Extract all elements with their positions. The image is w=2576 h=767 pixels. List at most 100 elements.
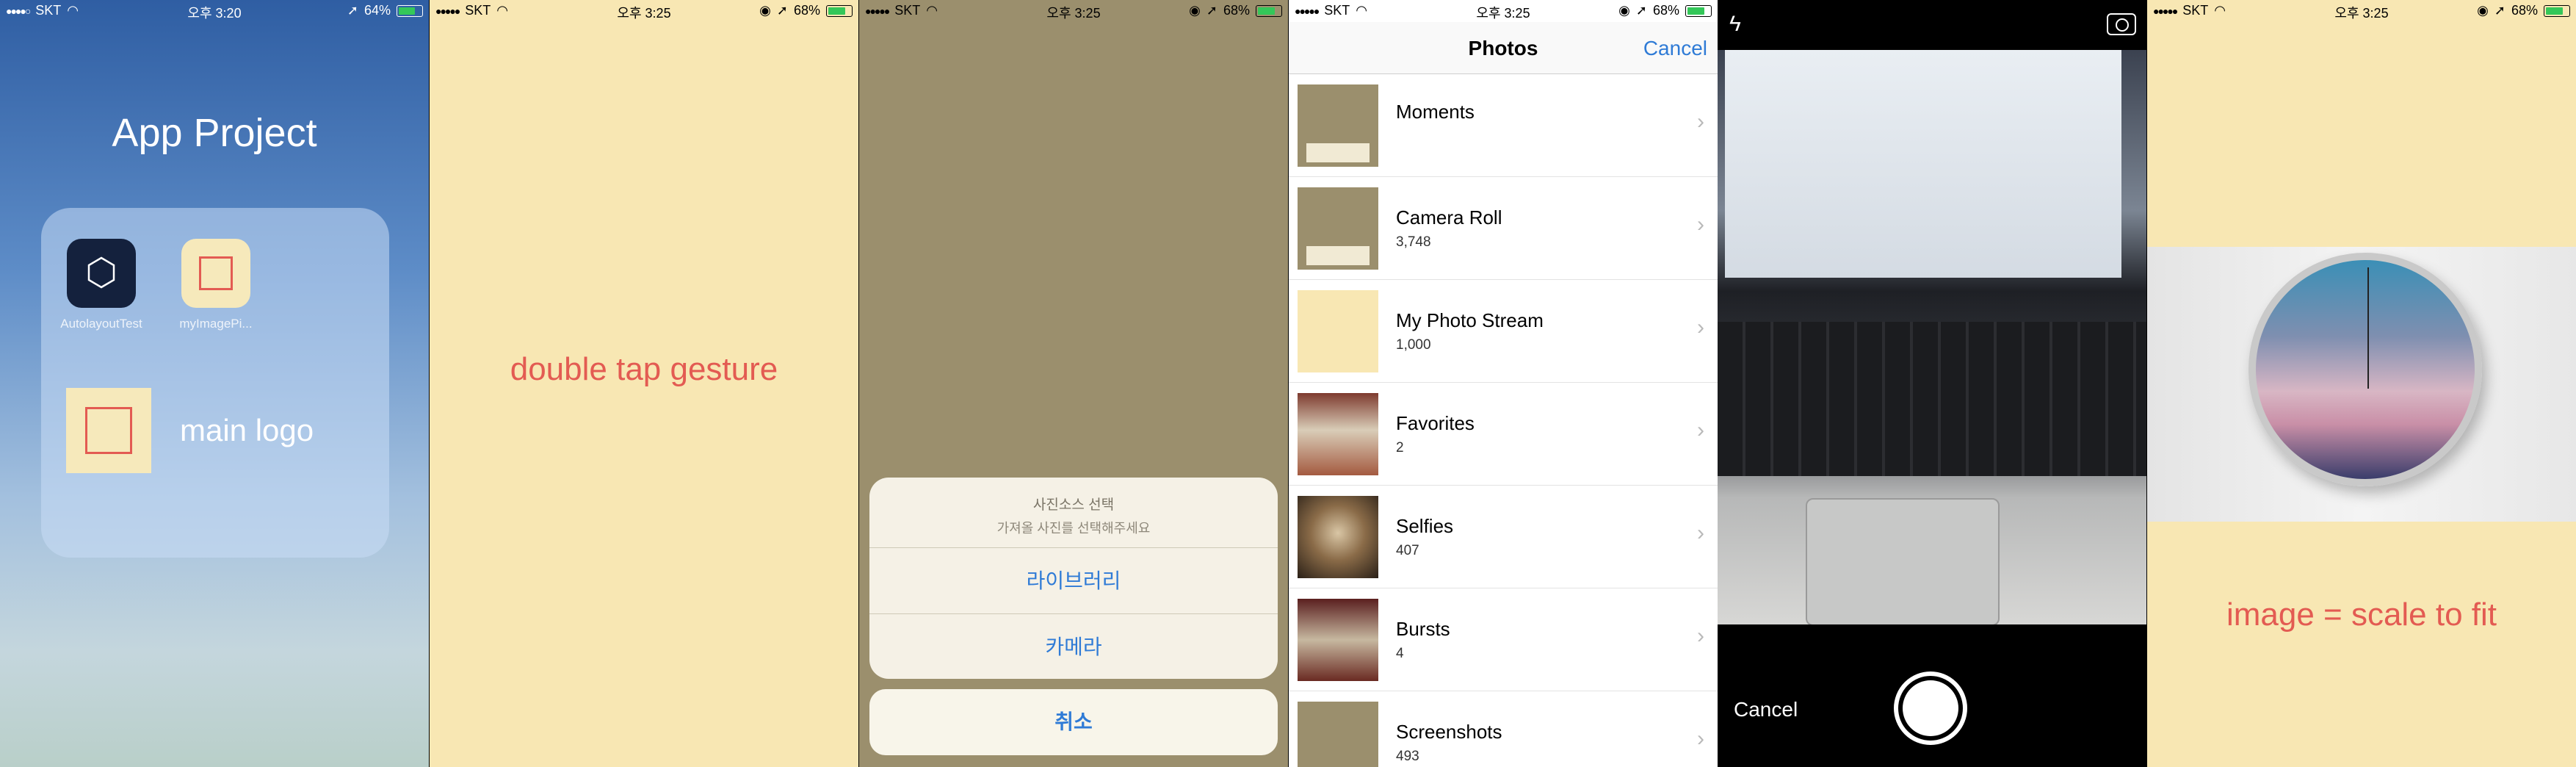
status-bar: ●●●●● SKT ◠ 오후 3:25 ◉ ➚ 68%: [2147, 0, 2576, 22]
camera-bottom-bar: Cancel: [1718, 624, 2146, 767]
red-square-icon: [85, 407, 132, 454]
album-thumbnail: [1298, 290, 1378, 372]
location-icon: ➚: [2494, 3, 2506, 18]
camera-top-bar: ϟ: [1718, 0, 2146, 50]
cancel-button[interactable]: Cancel: [1643, 37, 1707, 60]
location-icon: ➚: [1206, 3, 1218, 18]
app-folder: AutolayoutTest myImagePi...: [41, 208, 389, 558]
battery-icon: [1685, 4, 1712, 17]
album-thumbnail: [1298, 393, 1378, 475]
location-icon: ➚: [776, 3, 788, 18]
album-thumbnail: [1298, 599, 1378, 681]
battery-icon: [826, 4, 853, 17]
rotation-lock-icon: ◉: [2477, 3, 2489, 18]
main-logo-label: main logo: [180, 413, 314, 447]
battery-percent: 68%: [2511, 3, 2538, 18]
shutter-button[interactable]: [1894, 671, 1967, 745]
keyboard-image: [1718, 322, 2146, 476]
scaled-photo: [2147, 247, 2576, 522]
album-thumbnail: [1298, 702, 1378, 767]
album-row-moments[interactable]: Moments ›: [1289, 74, 1718, 177]
camera-screen: ϟ Cancel: [1718, 0, 2146, 767]
action-sheet-header: 사진소스 선택 가져올 사진를 선택해주세요: [869, 478, 1278, 548]
app-icon: [181, 239, 250, 308]
battery-icon: [2544, 4, 2570, 17]
album-name: My Photo Stream: [1396, 309, 1544, 331]
chevron-right-icon: ›: [1697, 109, 1704, 134]
hexagon-icon: [87, 256, 115, 289]
album-name: Moments: [1396, 101, 1475, 123]
action-sheet-screen: ●●●●● SKT ◠ 오후 3:25 ◉ ➚ 68% 사진소스 선택 가져올 사진를 …: [859, 0, 1288, 767]
album-count: 2: [1396, 440, 1404, 455]
main-logo-image: [66, 388, 151, 473]
chevron-right-icon: ›: [1697, 624, 1704, 648]
app-icon: [67, 239, 136, 308]
chevron-right-icon: ›: [1697, 727, 1704, 751]
scale-to-fit-screen: ●●●●● SKT ◠ 오후 3:25 ◉ ➚ 68% image = scale to…: [2147, 0, 2576, 767]
cancel-button[interactable]: 취소: [869, 689, 1278, 755]
chevron-right-icon: ›: [1697, 212, 1704, 237]
switch-camera-icon[interactable]: [2107, 13, 2136, 35]
album-row-selfies[interactable]: Selfies 407 ›: [1289, 486, 1718, 588]
status-bar: ●●●●● SKT ◠ 오후 3:25 ◉ ➚ 68%: [430, 0, 858, 22]
content-mode-caption: image = scale to fit: [2226, 597, 2497, 633]
album-row-bursts[interactable]: Bursts 4 ›: [1289, 588, 1718, 691]
chevron-right-icon: ›: [1697, 418, 1704, 442]
camera-option-button[interactable]: 카메라: [869, 614, 1278, 679]
flash-icon[interactable]: ϟ: [1729, 12, 1741, 37]
album-count: 407: [1396, 543, 1419, 558]
battery-percent: 68%: [1223, 3, 1250, 18]
rotation-lock-icon: ◉: [759, 3, 771, 18]
wall-clock-image: [2248, 253, 2482, 486]
home-folder-screen: ●●●●○ SKT ◠ 오후 3:20 ➚ 64% App Project Autol…: [0, 0, 429, 767]
gesture-caption: double tap gesture: [510, 351, 778, 387]
trackpad-image: [1806, 498, 2000, 626]
cancel-button[interactable]: Cancel: [1734, 698, 1798, 721]
album-count: 1,000: [1396, 337, 1431, 353]
action-sheet-title: 사진소스 선택: [1032, 497, 1115, 513]
chevron-right-icon: ›: [1697, 521, 1704, 545]
library-option-button[interactable]: 라이브러리: [869, 548, 1278, 614]
battery-icon: [1256, 4, 1282, 17]
battery-icon: [397, 4, 423, 17]
location-icon: ➚: [347, 3, 358, 18]
album-row-camera-roll[interactable]: Camera Roll 3,748 ›: [1289, 177, 1718, 280]
camera-viewfinder: [1718, 50, 2146, 626]
red-square-icon: [199, 256, 233, 290]
status-bar: ●●●●○ SKT ◠ 오후 3:20 ➚ 64%: [0, 0, 429, 22]
album-thumbnail: [1298, 84, 1378, 167]
status-bar: ●●●●● SKT ◠ 오후 3:25 ◉ ➚ 68%: [859, 0, 1288, 22]
battery-percent: 64%: [363, 3, 391, 18]
album-thumbnail: [1298, 187, 1378, 270]
chevron-right-icon: ›: [1697, 315, 1704, 339]
app-label: AutolayoutTest: [60, 317, 142, 331]
photo-picker-screen: ●●●●● SKT ◠ 오후 3:25 ◉ ➚ 68% Photos Cancel Mo…: [1289, 0, 1718, 767]
album-thumbnail: [1298, 496, 1378, 578]
album-name: Camera Roll: [1396, 206, 1502, 228]
album-count: 4: [1396, 646, 1404, 661]
app-myimagepicker[interactable]: myImagePi...: [172, 239, 260, 331]
laptop-screen-image: [1725, 50, 2121, 278]
rotation-lock-icon: ◉: [1189, 3, 1201, 18]
album-name: Bursts: [1396, 618, 1450, 640]
album-row-photo-stream[interactable]: My Photo Stream 1,000 ›: [1289, 280, 1718, 383]
album-name: Screenshots: [1396, 721, 1502, 743]
action-sheet: 사진소스 선택 가져올 사진를 선택해주세요 라이브러리 카메라: [869, 478, 1278, 679]
folder-title: App Project: [112, 111, 317, 155]
album-row-screenshots[interactable]: Screenshots 493 ›: [1289, 691, 1718, 767]
screenshot-strip: ●●●●○ SKT ◠ 오후 3:20 ➚ 64% App Project Autol…: [0, 0, 2576, 767]
album-row-favorites[interactable]: Favorites 2 ›: [1289, 383, 1718, 486]
location-icon: ➚: [1635, 3, 1647, 18]
navigation-bar: Photos Cancel: [1289, 22, 1718, 74]
album-name: Selfies: [1396, 515, 1454, 537]
battery-percent: 68%: [793, 3, 820, 18]
status-bar: ●●●●● SKT ◠ 오후 3:25 ◉ ➚ 68%: [1289, 0, 1718, 22]
app-autolayouttest[interactable]: AutolayoutTest: [57, 239, 145, 331]
album-count: 493: [1396, 749, 1419, 764]
double-tap-screen[interactable]: ●●●●● SKT ◠ 오후 3:25 ◉ ➚ 68% double tap gestu…: [430, 0, 858, 767]
app-label: myImagePi...: [179, 317, 253, 331]
album-name: Favorites: [1396, 412, 1475, 434]
rotation-lock-icon: ◉: [1618, 3, 1630, 18]
battery-percent: 68%: [1652, 3, 1679, 18]
action-sheet-message: 가져올 사진를 선택해주세요: [996, 521, 1151, 536]
